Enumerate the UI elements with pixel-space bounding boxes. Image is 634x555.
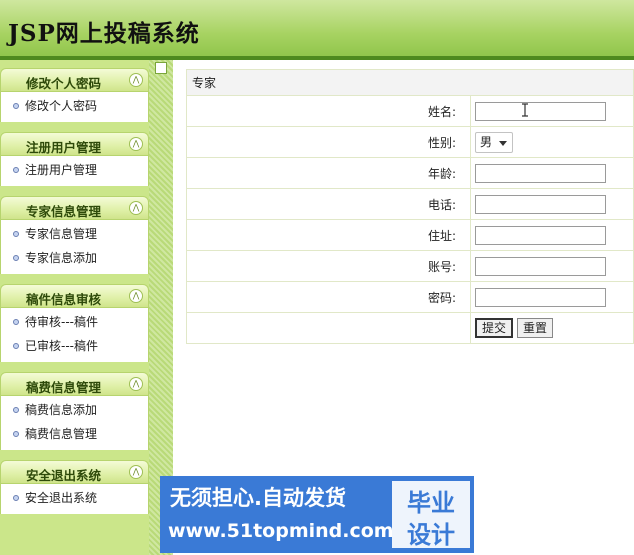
bullet-icon	[13, 255, 19, 261]
sidebar-item-label: 稿费信息管理	[25, 427, 98, 441]
menu-group-title: 安全退出系统	[25, 468, 101, 483]
sidebar: 修改个人密码 ⋀ 修改个人密码 注册用户管理 ⋀ 注册用户管理 专家信息管理 ⋀…	[0, 60, 158, 555]
collapse-icon[interactable]: ⋀	[129, 73, 143, 87]
bullet-icon	[13, 319, 19, 325]
gender-select-value: 男	[480, 134, 493, 149]
menu-group-header[interactable]: 安全退出系统 ⋀	[0, 460, 149, 484]
sidebar-item-expert-management[interactable]: 专家信息管理	[1, 222, 148, 246]
sidebar-item-label: 注册用户管理	[25, 163, 98, 177]
menu-group-header[interactable]: 稿件信息审核 ⋀	[0, 284, 149, 308]
collapse-icon[interactable]: ⋀	[129, 377, 143, 391]
menu-group-body: 专家信息管理 专家信息添加	[0, 220, 149, 274]
expert-form: 专家 姓名: 性别: 男 年龄: 电话: 住址: 账号: 密码: 提交 重置	[186, 69, 634, 344]
menu-group-logout: 安全退出系统 ⋀ 安全退出系统	[0, 460, 149, 514]
age-input[interactable]	[475, 163, 606, 183]
name-label: 姓名:	[186, 95, 471, 127]
menu-group-review: 稿件信息审核 ⋀ 待审核---稿件 已审核---稿件	[0, 284, 149, 362]
form-row-age: 年龄:	[186, 157, 634, 189]
menu-group-body: 安全退出系统	[0, 484, 149, 514]
watermark-badge: 毕业 设计	[392, 481, 470, 549]
form-caption: 专家	[186, 69, 634, 96]
sidebar-item-expert-add[interactable]: 专家信息添加	[1, 246, 148, 270]
sidebar-item-label: 修改个人密码	[25, 99, 98, 113]
form-row-password: 密码:	[186, 281, 634, 313]
menu-group-body: 稿费信息添加 稿费信息管理	[0, 396, 149, 450]
sidebar-item-change-password[interactable]: 修改个人密码	[1, 94, 148, 118]
collapse-icon[interactable]: ⋀	[129, 201, 143, 215]
menu-group-body: 修改个人密码	[0, 92, 149, 122]
sidebar-item-label: 安全退出系统	[25, 491, 98, 505]
watermark-slogan: 无须担心.自动发货	[170, 486, 346, 510]
address-label: 住址:	[186, 219, 471, 251]
collapse-icon[interactable]: ⋀	[129, 289, 143, 303]
menu-group-header[interactable]: 专家信息管理 ⋀	[0, 196, 149, 220]
collapse-icon[interactable]: ⋀	[129, 137, 143, 151]
submit-button[interactable]: 提交	[475, 318, 514, 338]
bullet-icon	[13, 343, 19, 349]
sidebar-item-label: 待审核---稿件	[25, 315, 98, 329]
menu-group-experts: 专家信息管理 ⋀ 专家信息管理 专家信息添加	[0, 196, 149, 274]
menu-group-users: 注册用户管理 ⋀ 注册用户管理	[0, 132, 149, 186]
menu-group-body: 注册用户管理	[0, 156, 149, 186]
form-row-gender: 性别: 男	[186, 126, 634, 158]
watermark-banner: 无须担心.自动发货 www.51topmind.com 毕业 设计	[160, 476, 474, 553]
form-caption-row: 专家	[186, 69, 634, 96]
sidebar-item-label: 已审核---稿件	[25, 339, 98, 353]
sidebar-item-pending-review[interactable]: 待审核---稿件	[1, 310, 148, 334]
menu-group-header[interactable]: 稿费信息管理 ⋀	[0, 372, 149, 396]
password-input[interactable]	[475, 287, 606, 307]
sidebar-item-fee-add[interactable]: 稿费信息添加	[1, 398, 148, 422]
menu-group-title: 稿费信息管理	[25, 380, 101, 395]
sidebar-item-user-management[interactable]: 注册用户管理	[1, 158, 148, 182]
bullet-icon	[13, 167, 19, 173]
account-input[interactable]	[475, 256, 606, 276]
app-title: JSP网上投稿系统	[8, 20, 200, 47]
phone-input[interactable]	[475, 194, 606, 214]
collapse-icon[interactable]: ⋀	[129, 465, 143, 479]
form-row-address: 住址:	[186, 219, 634, 251]
menu-group-body: 待审核---稿件 已审核---稿件	[0, 308, 149, 362]
bullet-icon	[13, 103, 19, 109]
menu-group-title: 注册用户管理	[25, 140, 101, 155]
dropdown-arrow-icon	[499, 140, 507, 146]
menu-group-header[interactable]: 注册用户管理 ⋀	[0, 132, 149, 156]
watermark-url: www.51topmind.com	[168, 520, 394, 542]
sidebar-item-label: 专家信息管理	[25, 227, 98, 241]
form-row-actions: 提交 重置	[186, 312, 634, 344]
bullet-icon	[13, 431, 19, 437]
phone-label: 电话:	[186, 188, 471, 220]
address-input[interactable]	[475, 225, 606, 245]
bullet-icon	[13, 495, 19, 501]
form-row-name: 姓名:	[186, 95, 634, 127]
bullet-icon	[13, 407, 19, 413]
gender-label: 性别:	[186, 126, 471, 158]
menu-group-title: 修改个人密码	[25, 76, 101, 91]
watermark-badge-line2: 设计	[407, 521, 455, 549]
bullet-icon	[13, 231, 19, 237]
reset-button[interactable]: 重置	[517, 318, 554, 338]
sidebar-item-label: 专家信息添加	[25, 251, 98, 265]
menu-group-title: 专家信息管理	[25, 204, 101, 219]
menu-group-title: 稿件信息审核	[25, 292, 101, 307]
menu-group-header[interactable]: 修改个人密码 ⋀	[0, 68, 149, 92]
form-row-account: 账号:	[186, 250, 634, 282]
sidebar-item-reviewed[interactable]: 已审核---稿件	[1, 334, 148, 358]
age-label: 年龄:	[186, 157, 471, 189]
account-label: 账号:	[186, 250, 471, 282]
gender-select[interactable]: 男	[475, 131, 513, 153]
menu-group-fees: 稿费信息管理 ⋀ 稿费信息添加 稿费信息管理	[0, 372, 149, 450]
name-input[interactable]	[475, 101, 606, 121]
sidebar-item-fee-management[interactable]: 稿费信息管理	[1, 422, 148, 446]
password-label: 密码:	[186, 281, 471, 313]
splitter-toggle-icon[interactable]	[155, 62, 167, 74]
form-row-phone: 电话:	[186, 188, 634, 220]
watermark-badge-line1: 毕业	[407, 489, 455, 517]
sidebar-item-logout[interactable]: 安全退出系统	[1, 486, 148, 510]
text-cursor-icon	[522, 103, 528, 117]
menu-group-password: 修改个人密码 ⋀ 修改个人密码	[0, 68, 149, 122]
sidebar-item-label: 稿费信息添加	[25, 403, 98, 417]
app-header: JSP网上投稿系统	[0, 0, 634, 60]
